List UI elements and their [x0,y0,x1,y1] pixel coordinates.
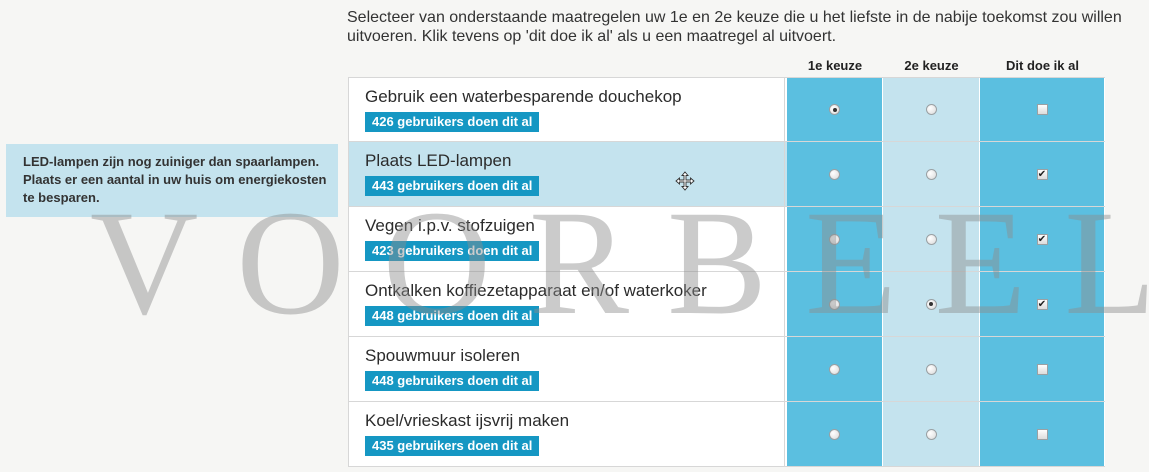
first-choice-radio[interactable] [829,298,840,310]
table-row: Vegen i.p.v. stofzuigen 423 gebruikers d… [348,207,1105,272]
second-choice-radio[interactable] [925,298,937,310]
second-choice-radio[interactable] [925,168,937,180]
row-label-cell[interactable]: Plaats LED-lampen 443 gebruikers doen di… [348,142,785,206]
row-label-cell[interactable]: Gebruik een waterbesparende douchekop 42… [348,78,785,141]
row-title: Gebruik een waterbesparende douchekop [365,87,682,106]
second-choice-radio[interactable] [925,428,937,440]
table-row: Ontkalken koffiezetapparaat en/of waterk… [348,272,1105,337]
first-choice-radio[interactable] [829,104,840,115]
already-doing-checkbox[interactable]: ✔ [1036,233,1048,245]
row-title: Spouwmuur isoleren [365,346,520,365]
column-header-2e-keuze: 2e keuze [904,58,959,73]
row-title: Vegen i.p.v. stofzuigen [365,216,535,235]
user-count-badge: 443 gebruikers doen dit al [365,176,540,196]
table-row: Spouwmuur isoleren 448 gebruikers doen d… [348,337,1105,402]
first-choice-radio[interactable] [829,428,840,440]
move-cursor-icon [675,171,695,191]
second-choice-cell[interactable] [883,402,980,466]
already-doing-checkbox[interactable] [1036,104,1048,115]
user-count-badge: 448 gebruikers doen dit al [365,306,540,326]
user-count-badge: 423 gebruikers doen dit al [365,241,540,261]
row-title: Ontkalken koffiezetapparaat en/of waterk… [365,281,707,300]
first-choice-cell[interactable] [787,142,883,206]
instructions-text: Selecteer van onderstaande maatregelen u… [347,9,1122,45]
column-header-dit-doe-ik-al: Dit doe ik al [1006,58,1079,73]
user-count-badge: 435 gebruikers doen dit al [365,436,540,456]
already-doing-checkbox[interactable] [1036,363,1048,375]
measures-table: Gebruik een waterbesparende douchekop 42… [348,77,1105,467]
user-count-badge: 448 gebruikers doen dit al [365,371,540,391]
already-doing-cell[interactable]: ✔ [980,142,1105,206]
second-choice-radio[interactable] [925,233,937,245]
table-row: Plaats LED-lampen 443 gebruikers doen di… [348,142,1105,207]
second-choice-radio[interactable] [925,104,937,115]
first-choice-cell[interactable] [787,402,883,466]
already-doing-cell[interactable]: ✔ [980,207,1105,271]
already-doing-checkbox[interactable] [1036,428,1048,440]
info-tooltip: LED-lampen zijn nog zuiniger dan spaarla… [6,144,338,217]
first-choice-radio[interactable] [829,233,840,245]
first-choice-cell[interactable] [787,78,883,141]
second-choice-cell[interactable] [883,272,980,336]
row-title: Koel/vrieskast ijsvrij maken [365,411,570,430]
already-doing-checkbox[interactable]: ✔ [1036,298,1048,310]
first-choice-radio[interactable] [829,168,840,180]
row-label-cell[interactable]: Koel/vrieskast ijsvrij maken 435 gebruik… [348,402,785,466]
second-choice-cell[interactable] [883,142,980,206]
second-choice-radio[interactable] [925,363,937,375]
already-doing-cell[interactable] [980,78,1105,141]
already-doing-checkbox[interactable]: ✔ [1036,168,1048,180]
first-choice-radio[interactable] [829,363,840,375]
table-row: Koel/vrieskast ijsvrij maken 435 gebruik… [348,402,1105,467]
already-doing-cell[interactable] [980,337,1105,401]
already-doing-cell[interactable]: ✔ [980,272,1105,336]
second-choice-cell[interactable] [883,337,980,401]
row-label-cell[interactable]: Ontkalken koffiezetapparaat en/of waterk… [348,272,785,336]
second-choice-cell[interactable] [883,78,980,141]
row-title: Plaats LED-lampen [365,151,512,170]
first-choice-cell[interactable] [787,207,883,271]
second-choice-cell[interactable] [883,207,980,271]
first-choice-cell[interactable] [787,272,883,336]
table-row: Gebruik een waterbesparende douchekop 42… [348,77,1105,142]
already-doing-cell[interactable] [980,402,1105,466]
column-header-1e-keuze: 1e keuze [807,58,863,73]
user-count-badge: 426 gebruikers doen dit al [365,112,540,132]
row-label-cell[interactable]: Spouwmuur isoleren 448 gebruikers doen d… [348,337,785,401]
row-label-cell[interactable]: Vegen i.p.v. stofzuigen 423 gebruikers d… [348,207,785,271]
first-choice-cell[interactable] [787,337,883,401]
